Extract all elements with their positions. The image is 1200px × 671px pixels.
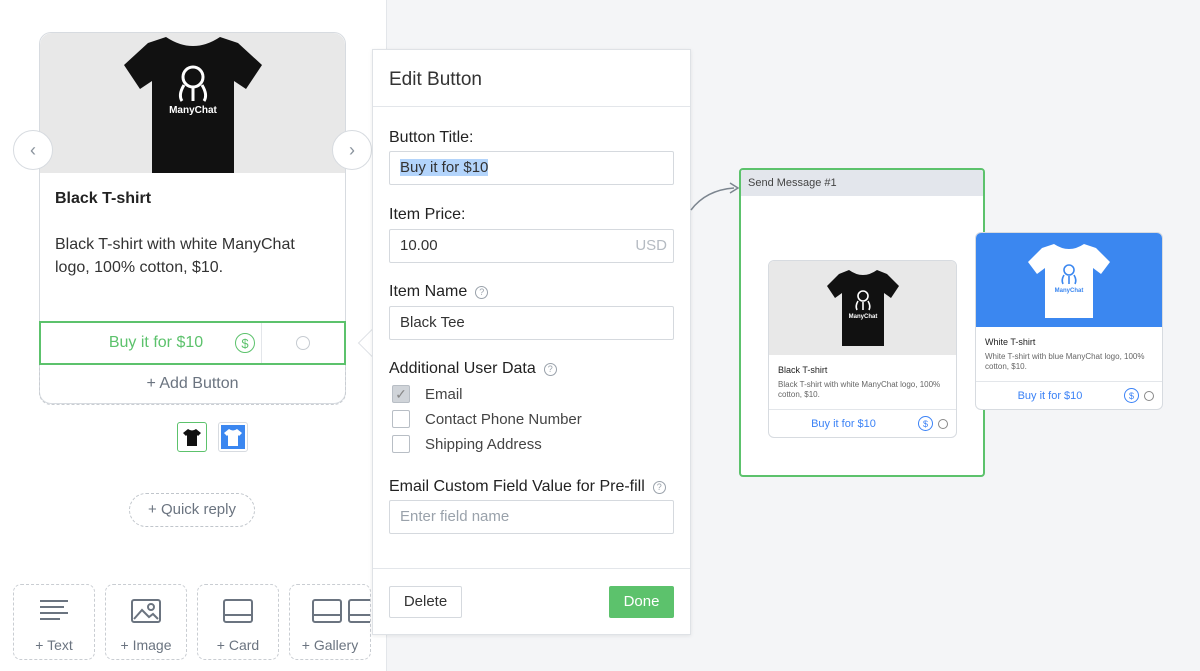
divider xyxy=(261,323,262,363)
white-tshirt-image: ManyChat xyxy=(1028,244,1110,318)
radio-icon[interactable] xyxy=(296,336,310,350)
prefill-label: Email Custom Field Value for Pre-fill ? xyxy=(389,478,666,496)
mini-card-description: White T-shirt with blue ManyChat logo, 1… xyxy=(985,352,1145,371)
checkbox-icon[interactable] xyxy=(392,435,410,453)
connector-arrow xyxy=(690,182,740,211)
checkbox-checked-icon[interactable]: ✓ xyxy=(392,385,410,403)
delete-button[interactable]: Delete xyxy=(389,586,462,618)
mini-card-title: Black T-shirt xyxy=(778,365,828,375)
mini-card-image: ManyChat xyxy=(976,233,1162,327)
card-title: Black T-shirt xyxy=(55,190,152,207)
checkbox-email[interactable]: ✓ Email xyxy=(392,385,463,403)
black-tshirt-thumb-icon xyxy=(183,429,201,446)
button-title-input[interactable]: Buy it for $10 xyxy=(389,151,674,185)
radio-icon xyxy=(938,418,948,429)
checkbox-icon[interactable] xyxy=(392,410,410,428)
item-name-label: Item Name ? xyxy=(389,283,489,301)
mini-card-title: White T-shirt xyxy=(985,337,1036,347)
done-button[interactable]: Done xyxy=(609,586,674,618)
button-title-label: Button Title: xyxy=(389,129,474,146)
additional-data-label: Additional User Data ? xyxy=(389,360,557,378)
currency-label: USD xyxy=(635,237,667,254)
dollar-icon: $ xyxy=(1124,388,1139,403)
card-image: ManyChat xyxy=(40,33,345,173)
black-tshirt-image: ManyChat xyxy=(123,37,262,173)
add-card-label: + Card xyxy=(216,637,260,653)
mini-buy-button-label: Buy it for $10 xyxy=(811,417,876,430)
chevron-right-icon[interactable]: › xyxy=(332,130,372,170)
add-text-label: + Text xyxy=(35,637,73,653)
checkbox-label: Contact Phone Number xyxy=(425,410,582,428)
add-gallery-button[interactable]: + Gallery xyxy=(289,584,371,660)
thumb-white-tshirt[interactable] xyxy=(218,422,248,452)
dollar-icon: $ xyxy=(918,416,933,431)
thumb-black-tshirt[interactable] xyxy=(177,422,207,452)
item-price-input[interactable]: 10.00 USD xyxy=(389,229,674,263)
gallery-icon xyxy=(312,599,370,623)
card-description: Black T-shirt with white ManyChat logo, … xyxy=(55,236,295,276)
checkbox-phone[interactable]: Contact Phone Number xyxy=(392,410,582,428)
chevron-left-icon[interactable]: ‹ xyxy=(13,130,53,170)
edit-button-panel: Edit Button Button Title: Buy it for $10… xyxy=(372,49,691,635)
help-icon[interactable]: ? xyxy=(652,480,666,494)
text-icon xyxy=(40,600,68,620)
radio-icon xyxy=(1144,390,1154,401)
dollar-icon: $ xyxy=(235,333,255,353)
card-icon xyxy=(223,599,253,623)
help-icon[interactable]: ? xyxy=(475,285,489,299)
add-image-label: + Image xyxy=(120,637,172,653)
checkbox-label: Email xyxy=(425,385,463,403)
mini-card-description: Black T-shirt with white ManyChat logo, … xyxy=(778,380,941,399)
buy-button[interactable]: Buy it for $10 $ xyxy=(39,321,346,365)
checkbox-shipping[interactable]: Shipping Address xyxy=(392,435,542,453)
white-tshirt-thumb-icon xyxy=(221,425,245,449)
add-card-button[interactable]: + Card xyxy=(197,584,279,660)
node-title: Send Message #1 xyxy=(741,170,983,196)
mini-buy-button[interactable]: Buy it for $10 $ xyxy=(769,409,956,437)
mini-card-image: ManyChat xyxy=(769,261,956,355)
add-button[interactable]: + Add Button xyxy=(39,365,346,405)
add-text-button[interactable]: + Text xyxy=(13,584,95,660)
add-image-button[interactable]: + Image xyxy=(105,584,187,660)
builder-panel: ManyChat Black T-shirt Black T-shirt wit… xyxy=(0,0,387,671)
edit-panel-title: Edit Button xyxy=(373,50,690,107)
mini-card-black[interactable]: ManyChat Black T-shirt Black T-shirt wit… xyxy=(768,260,957,438)
product-card[interactable]: ManyChat Black T-shirt Black T-shirt wit… xyxy=(39,32,346,405)
help-icon[interactable]: ? xyxy=(543,362,557,376)
mini-card-white[interactable]: ManyChat White T-shirt White T-shirt wit… xyxy=(975,232,1163,410)
svg-text:ManyChat: ManyChat xyxy=(1055,288,1084,294)
image-icon xyxy=(131,599,161,623)
quick-reply-button[interactable]: + Quick reply xyxy=(129,493,255,527)
add-gallery-label: + Gallery xyxy=(301,637,359,653)
svg-text:ManyChat: ManyChat xyxy=(848,314,877,320)
prefill-input[interactable]: Enter field name xyxy=(389,500,674,534)
mini-buy-button-label: Buy it for $10 xyxy=(1017,389,1083,402)
black-tshirt-image: ManyChat xyxy=(826,270,899,346)
mini-buy-button[interactable]: Buy it for $10 $ xyxy=(976,381,1162,409)
shirt-logo-text: ManyChat xyxy=(169,105,217,116)
item-name-input[interactable]: Black Tee xyxy=(389,306,674,340)
checkbox-label: Shipping Address xyxy=(425,435,542,453)
edit-panel-footer: Delete Done xyxy=(373,568,690,636)
buy-button-label: Buy it for $10 xyxy=(108,334,204,351)
item-price-label: Item Price: xyxy=(389,206,466,223)
